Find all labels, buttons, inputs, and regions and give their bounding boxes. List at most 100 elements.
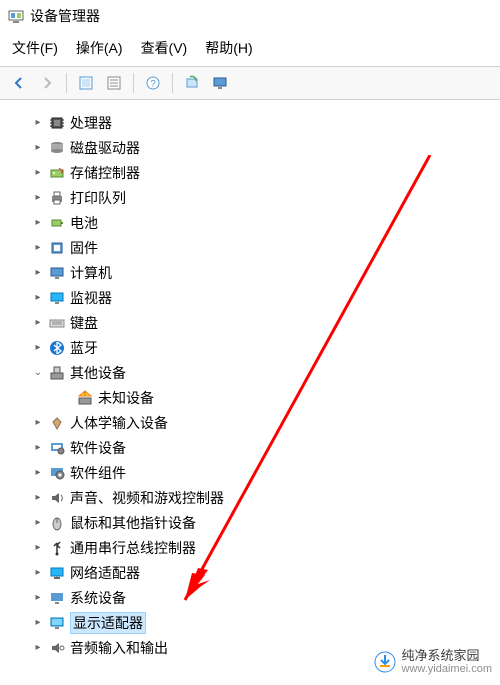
menubar: 文件(F) 操作(A) 查看(V) 帮助(H) [0,32,500,66]
tree-item-display[interactable]: ▸ 显示适配器 [0,610,500,635]
tree-item-computer[interactable]: ▸ 计算机 [0,260,500,285]
battery-icon [48,214,66,232]
toolbar-separator [66,73,67,93]
tree-item-label: 磁盘驱动器 [70,138,140,158]
tree-item-label: 人体学输入设备 [70,413,168,433]
tree-item-network[interactable]: ▸ 网络适配器 [0,560,500,585]
expander-icon[interactable]: ▸ [32,492,44,504]
tree-item-software[interactable]: ▸ 软件设备 [0,435,500,460]
properties-button[interactable] [101,71,127,95]
expander-icon[interactable]: ▸ [32,317,44,329]
firmware-icon [48,239,66,257]
printer-icon [48,189,66,207]
expander-icon[interactable]: ▸ [32,167,44,179]
tree-item-label: 系统设备 [70,588,126,608]
toolbar-separator [172,73,173,93]
back-button[interactable] [6,71,32,95]
expander-icon[interactable]: ▸ [32,142,44,154]
tree-item-label: 软件设备 [70,438,126,458]
expander-icon[interactable]: ▸ [32,567,44,579]
cpu-icon [48,114,66,132]
app-icon [8,8,24,24]
network-icon [48,564,66,582]
toolbar: ? [0,66,500,100]
tree-item-usb[interactable]: ▸ 通用串行总线控制器 [0,535,500,560]
tree-item-hid[interactable]: ▸ 人体学输入设备 [0,410,500,435]
expander-icon[interactable]: ▸ [32,642,44,654]
tree-item-label: 固件 [70,238,98,258]
expander-icon[interactable]: ⌄ [32,367,44,379]
expander-icon[interactable]: ▸ [32,517,44,529]
watermark-url: www.yidaimei.com [402,663,492,675]
tree-item-label: 通用串行总线控制器 [70,538,196,558]
tree-item-bluetooth[interactable]: ▸ 蓝牙 [0,335,500,360]
scan-button[interactable] [179,71,205,95]
tree-item-label: 声音、视频和游戏控制器 [70,488,224,508]
computer-icon [48,264,66,282]
component-icon [48,464,66,482]
software-icon [48,439,66,457]
menu-help[interactable]: 帮助(H) [205,38,252,58]
usb-icon [48,539,66,557]
forward-button[interactable] [34,71,60,95]
toolbar-separator [133,73,134,93]
keyboard-icon [48,314,66,332]
titlebar: 设备管理器 [0,0,500,32]
expander-icon[interactable]: ▸ [32,417,44,429]
mouse-icon [48,514,66,532]
expander-icon[interactable]: ▸ [32,292,44,304]
audio-icon [48,639,66,657]
menu-file[interactable]: 文件(F) [12,38,58,58]
tree-item-label: 处理器 [70,113,112,133]
tree-item-keyboard[interactable]: ▸键盘 [0,310,500,335]
monitor-button[interactable] [207,71,233,95]
bluetooth-icon [48,339,66,357]
tree-item-label: 网络适配器 [70,563,140,583]
menu-view[interactable]: 查看(V) [141,38,188,58]
expander-icon[interactable]: ▸ [32,442,44,454]
tree-item-cpu[interactable]: ▸ 处理器 [0,110,500,135]
tree-item-mouse[interactable]: ▸ 鼠标和其他指针设备 [0,510,500,535]
tree-item-label: 蓝牙 [70,338,98,358]
show-hidden-button[interactable] [73,71,99,95]
help-button[interactable]: ? [140,71,166,95]
expander-icon[interactable]: ▸ [32,342,44,354]
expander-icon[interactable]: ▸ [32,267,44,279]
expander-icon[interactable]: ▸ [32,242,44,254]
tree-item-storage[interactable]: ▸存储控制器 [0,160,500,185]
other-icon [48,364,66,382]
device-tree: ▸处理器▸磁盘驱动器▸存储控制器▸打印队列▸电池▸固件▸计算机▸监视器▸键盘▸蓝… [0,100,500,660]
tree-item-sound[interactable]: ▸ 声音、视频和游戏控制器 [0,485,500,510]
sound-icon [48,489,66,507]
tree-item-battery[interactable]: ▸ 电池 [0,210,500,235]
tree-item-unknown[interactable]: !未知设备 [0,385,500,410]
tree-item-label: 电池 [70,213,98,233]
unknown-icon: ! [76,389,94,407]
watermark-brand: 纯净系统家园 [402,649,492,663]
expander-icon[interactable]: ▸ [32,467,44,479]
expander-icon[interactable]: ▸ [32,192,44,204]
tree-item-label: 其他设备 [70,363,126,383]
storage-icon [48,164,66,182]
tree-item-label: 鼠标和其他指针设备 [70,513,196,533]
tree-item-monitor[interactable]: ▸监视器 [0,285,500,310]
watermark-icon [374,651,396,673]
svg-text:?: ? [150,79,156,90]
tree-item-label: 显示适配器 [70,612,146,634]
tree-item-label: 计算机 [70,263,112,283]
tree-item-firmware[interactable]: ▸ 固件 [0,235,500,260]
expander-icon[interactable]: ▸ [32,592,44,604]
expander-icon[interactable]: ▸ [32,217,44,229]
tree-item-printer[interactable]: ▸ 打印队列 [0,185,500,210]
watermark: 纯净系统家园 www.yidaimei.com [374,649,492,675]
tree-item-system[interactable]: ▸ 系统设备 [0,585,500,610]
expander-icon[interactable]: ▸ [32,542,44,554]
tree-item-component[interactable]: ▸软件组件 [0,460,500,485]
tree-item-other[interactable]: ⌄ 其他设备 [0,360,500,385]
tree-item-disk[interactable]: ▸ 磁盘驱动器 [0,135,500,160]
menu-action[interactable]: 操作(A) [76,38,123,58]
expander-icon[interactable]: ▸ [32,617,44,629]
expander-icon[interactable]: ▸ [32,117,44,129]
tree-item-label: 打印队列 [70,188,126,208]
tree-item-label: 音频输入和输出 [70,638,168,658]
